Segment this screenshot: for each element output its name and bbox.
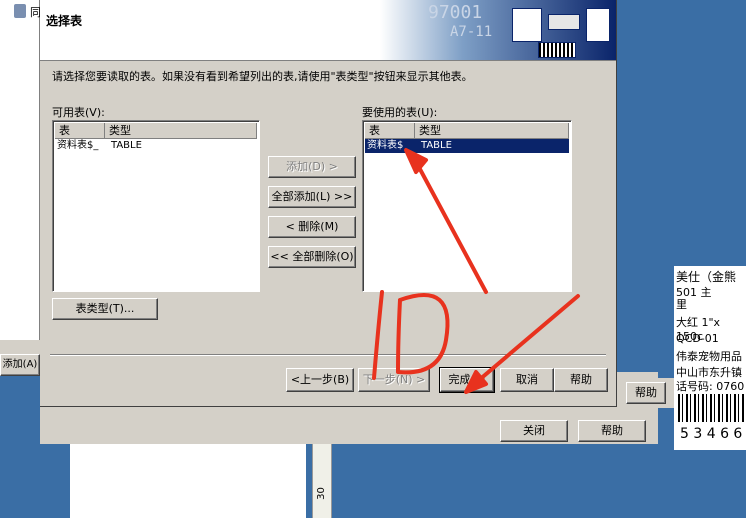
handwriting-d [396, 293, 450, 375]
handwriting-one [372, 290, 384, 380]
arrow-head [404, 148, 428, 174]
annotation-overlay [372, 148, 580, 394]
arrow-to-finish [470, 294, 580, 388]
arrow-to-selected-table [412, 156, 488, 294]
